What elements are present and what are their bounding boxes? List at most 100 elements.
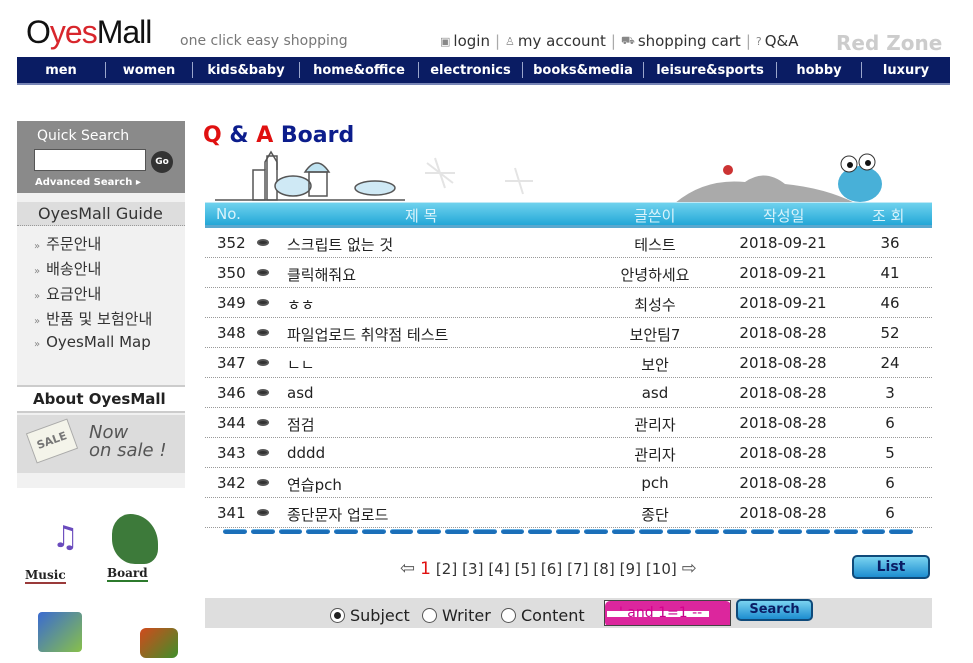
nav-item-hobby[interactable]: hobby [777, 63, 861, 78]
table-row[interactable]: 343 dddd 관리자 2018-08-28 5 [205, 438, 932, 468]
page-link[interactable]: [5] [515, 560, 536, 578]
arrow-right-icon[interactable]: ⇨ [682, 558, 697, 579]
table-row[interactable]: 344 점검 관리자 2018-08-28 6 [205, 408, 932, 438]
post-title-link[interactable]: ㅎㅎ [287, 294, 315, 315]
post-title-link[interactable]: 클릭해줘요 [287, 264, 356, 285]
arrow-left-icon[interactable]: ⇦ [400, 558, 415, 579]
nav-item-luxury[interactable]: luxury [862, 63, 950, 78]
post-date: 2018-09-21 [739, 234, 827, 252]
table-row[interactable]: 350 클릭해줘요 안녕하세요 2018-09-21 41 [205, 258, 932, 288]
page-link[interactable]: [3] [462, 560, 483, 578]
radio-checked-icon [330, 608, 345, 623]
page-link[interactable]: [6] [541, 560, 562, 578]
post-bullet-icon [257, 359, 269, 366]
about-title[interactable]: About OyesMall [33, 390, 166, 408]
guide-item-map[interactable]: » OyesMall Map [34, 333, 151, 351]
person-icon: ♙ [505, 34, 515, 48]
guide-item-fee[interactable]: » 요금안내 [34, 283, 101, 304]
nav-item-women[interactable]: women [106, 63, 192, 78]
quick-search-input[interactable] [34, 149, 146, 171]
post-title-link[interactable]: asd [287, 384, 314, 402]
table-row[interactable]: 341 종단문자 업로드 종단 2018-08-28 6 [205, 498, 932, 528]
logo[interactable]: OyesMall [26, 14, 152, 51]
post-title-link[interactable]: 점검 [287, 414, 315, 435]
post-date: 2018-08-28 [739, 414, 827, 432]
post-bullet-icon [257, 479, 269, 486]
post-date: 2018-08-28 [739, 354, 827, 372]
post-bullet-icon [257, 449, 269, 456]
post-title-link[interactable]: 파일업로드 취약점 테스트 [287, 324, 448, 345]
post-title-link[interactable]: ㄴㄴ [287, 354, 315, 375]
post-writer: 안녕하세요 [620, 266, 690, 284]
post-date: 2018-08-28 [739, 324, 827, 342]
page-link[interactable]: [7] [567, 560, 588, 578]
search-button[interactable]: Search [736, 599, 813, 621]
guide-item-return[interactable]: » 반품 및 보험안내 [34, 308, 152, 329]
table-row[interactable]: 346 asd asd 2018-08-28 3 [205, 378, 932, 408]
post-writer: 보안팀7 [629, 326, 681, 344]
column-header-subject: 제 목 [405, 207, 438, 225]
page-link[interactable]: [8] [593, 560, 614, 578]
title-q: Q [203, 123, 222, 148]
bullet-icon: » [34, 339, 41, 350]
title-board: Board [273, 123, 355, 148]
list-button[interactable]: List [852, 555, 930, 579]
music-link[interactable]: Music [25, 568, 66, 584]
post-date: 2018-08-28 [739, 474, 827, 492]
food-box-icon[interactable] [140, 628, 178, 658]
nav-item-men[interactable]: men [17, 63, 105, 78]
quick-search-go-button[interactable]: Go [151, 151, 173, 173]
post-views: 41 [880, 264, 900, 282]
post-views: 52 [880, 324, 900, 342]
table-row[interactable]: 348 파일업로드 취약점 테스트 보안팀7 2018-08-28 52 [205, 318, 932, 348]
logo-text-o: O [26, 14, 51, 50]
nav-item-leisure-sports[interactable]: leisure&sports [644, 63, 776, 78]
radio-content[interactable]: Content [501, 606, 585, 625]
radio-writer[interactable]: Writer [422, 606, 491, 625]
page-link[interactable]: [10] [646, 560, 677, 578]
post-title-link[interactable]: 스크립트 없는 것 [287, 234, 393, 255]
qa-link[interactable]: Q&A [765, 32, 799, 50]
nav-item-books-media[interactable]: books&media [523, 63, 643, 78]
radio-label: Subject [350, 606, 410, 625]
castle-illustration [215, 150, 405, 201]
red-zone-link[interactable]: Red Zone [836, 31, 942, 55]
radio-subject[interactable]: Subject [330, 606, 410, 625]
radio-label: Content [521, 606, 585, 625]
table-row[interactable]: 349 ㅎㅎ 최성수 2018-09-21 46 [205, 288, 932, 318]
radio-unchecked-icon [422, 608, 437, 623]
login-link[interactable]: login [453, 32, 490, 50]
post-views: 36 [880, 234, 900, 252]
music-notes-icon[interactable]: ♫ [52, 520, 79, 555]
nav-item-electronics[interactable]: electronics [419, 63, 522, 78]
post-title-link[interactable]: dddd [287, 444, 325, 462]
tagline: one click easy shopping [180, 33, 348, 49]
advanced-search-link[interactable]: Advanced Search ▸ [35, 177, 141, 188]
my-account-link[interactable]: my account [518, 32, 606, 50]
post-date: 2018-08-28 [739, 384, 827, 402]
table-row[interactable]: 342 연습pch pch 2018-08-28 6 [205, 468, 932, 498]
post-number: 349 [217, 294, 246, 312]
page-link[interactable]: [2] [436, 560, 457, 578]
movie-clapper-icon[interactable] [38, 612, 82, 652]
post-writer: 최성수 [634, 296, 676, 314]
post-title-link[interactable]: 연습pch [287, 474, 342, 495]
nav-item-kids-baby[interactable]: kids&baby [193, 63, 299, 78]
guide-item-label: OyesMall Map [46, 333, 151, 351]
page-link[interactable]: [9] [620, 560, 641, 578]
nav-item-home-office[interactable]: home&office [300, 63, 418, 78]
table-row[interactable]: 347 ㄴㄴ 보안 2018-08-28 24 [205, 348, 932, 378]
guide-item-order[interactable]: » 주문안내 [34, 233, 101, 254]
table-row[interactable]: 352 스크립트 없는 것 테스트 2018-09-21 36 [205, 228, 932, 258]
post-title-link[interactable]: 종단문자 업로드 [287, 504, 388, 525]
post-bullet-icon [257, 509, 269, 516]
post-bullet-icon [257, 299, 269, 306]
board-link[interactable]: Board [107, 566, 148, 582]
search-input[interactable]: ' and 1=1 -- [604, 600, 731, 626]
guide-item-delivery[interactable]: » 배송안내 [34, 258, 101, 279]
page-link[interactable]: [4] [488, 560, 509, 578]
shopping-cart-link[interactable]: shopping cart [638, 32, 741, 50]
post-writer: 보안 [641, 356, 669, 374]
radio-label: Writer [442, 606, 491, 625]
post-bullet-icon [257, 329, 269, 336]
